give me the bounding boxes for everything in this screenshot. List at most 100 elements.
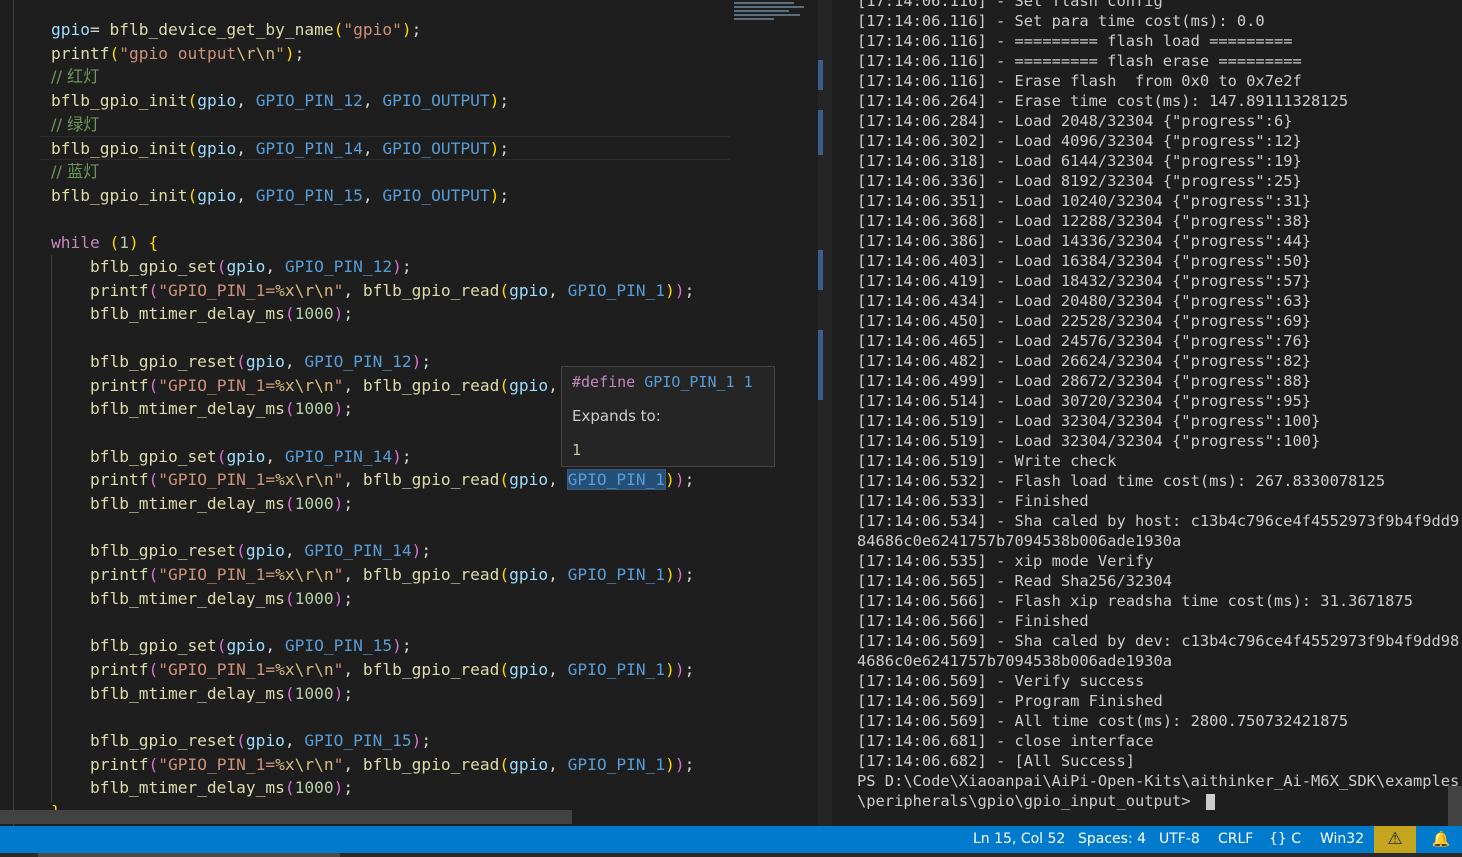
terminal-line: [17:14:06.116] - Set para time cost(ms):… [857, 11, 1265, 31]
code-token: ) [665, 565, 675, 585]
code-line[interactable]: printf("GPIO_PIN_1=%x\r\n", bflb_gpio_re… [51, 563, 694, 587]
code-token: GPIO_PIN_14 [304, 541, 412, 561]
code-line[interactable]: bflb_gpio_set(gpio, GPIO_PIN_14); [51, 445, 412, 469]
code-line[interactable]: bflb_mtimer_delay_ms(1000); [51, 397, 353, 421]
terminal-scrollbar[interactable] [1448, 786, 1462, 826]
code-line[interactable]: bflb_gpio_init(gpio, GPIO_PIN_15, GPIO_O… [51, 184, 509, 208]
code-token: bflb_gpio_reset [89, 541, 237, 561]
code-line[interactable]: // 红灯 [51, 65, 99, 89]
cursor-position[interactable]: Ln 15, Col 52 [973, 826, 1065, 853]
code-line[interactable]: bflb_gpio_set(gpio, GPIO_PIN_15); [51, 634, 412, 658]
terminal-line-text: [17:14:06.318] - Load 6144/32304 {"progr… [857, 152, 1302, 170]
terminal-line-text: 84686c0e6241757b7094538b006ade1930a [857, 532, 1182, 550]
code-line[interactable]: bflb_gpio_set(gpio, GPIO_PIN_12); [51, 255, 412, 279]
code-token: ; [499, 91, 510, 111]
terminal-line-text: [17:14:06.465] - Load 24576/32304 {"prog… [857, 332, 1312, 350]
code-token: ; [343, 494, 354, 513]
terminal-line-text: [17:14:06.368] - Load 12288/32304 {"prog… [857, 212, 1312, 230]
language-mode[interactable]: {} C [1269, 826, 1301, 853]
code-token: "GPIO_PIN_1= [158, 754, 276, 774]
terminal-line-text: [17:14:06.499] - Load 28672/32304 {"prog… [857, 372, 1312, 390]
code-line[interactable]: printf("GPIO_PIN_1=%x\r\n", bflb_gpio_re… [51, 753, 694, 777]
code-token: %x\r\n [275, 470, 334, 490]
code-token: gpio [51, 20, 90, 39]
code-line[interactable]: bflb_gpio_init(gpio, GPIO_PIN_14, GPIO_O… [51, 137, 509, 161]
code-token: ; [401, 257, 412, 276]
indentation[interactable]: Spaces: 4 [1078, 826, 1146, 853]
code-token: ; [343, 683, 354, 703]
terminal-line-text: [17:14:06.284] - Load 2048/32304 {"progr… [857, 112, 1293, 130]
code-line[interactable]: bflb_mtimer_delay_ms(1000); [51, 492, 353, 516]
code-token: , [343, 470, 363, 490]
code-line[interactable]: bflb_gpio_reset(gpio, GPIO_PIN_14); [51, 539, 431, 563]
code-line[interactable]: printf("GPIO_PIN_1=%x\r\n", bflb_gpio_re… [51, 279, 694, 303]
code-token: GPIO_PIN_1 [567, 659, 666, 679]
code-line[interactable]: bflb_gpio_reset(gpio, GPIO_PIN_15); [51, 729, 431, 753]
terminal-line: PS D:\Code\Xiaoanpai\AiPi-Open-Kits\aith… [857, 771, 1459, 791]
code-token: GPIO_PIN_1 [567, 280, 666, 300]
code-line[interactable]: printf("GPIO_PIN_1=%x\r\n", bflb_gpio_re… [51, 658, 694, 682]
code-token: GPIO_PIN_15 [255, 185, 363, 205]
code-token: ; [294, 43, 305, 63]
terminal-line-text: [17:14:06.569] - Sha caled by dev: c13b4… [857, 632, 1460, 650]
code-token: ( [284, 683, 295, 703]
editor-horizontal-scrollbar[interactable] [0, 810, 572, 824]
terminal-line: 84686c0e6241757b7094538b006ade1930a [857, 531, 1181, 551]
code-token: ( [284, 304, 295, 324]
code-token: ) [665, 280, 675, 300]
code-token: ) [489, 138, 500, 158]
encoding[interactable]: UTF-8 [1159, 826, 1200, 853]
code-token: , [236, 185, 256, 205]
code-line[interactable]: bflb_mtimer_delay_ms(1000); [51, 682, 353, 706]
code-token: , [548, 659, 568, 679]
terminal-line: [17:14:06.514] - Load 30720/32304 {"prog… [857, 391, 1311, 411]
code-line[interactable]: bflb_gpio_reset(gpio, GPIO_PIN_12); [51, 350, 431, 374]
notifications-bell-icon[interactable]: 🔔 [1420, 826, 1462, 853]
terminal-panel[interactable]: [17:14:06.116] - Set flash config [17:14:… [832, 0, 1462, 826]
minimap-line [734, 6, 804, 8]
code-token: ( [499, 470, 510, 490]
code-token: ) [665, 659, 675, 679]
indent-guide-while [51, 255, 52, 803]
code-token: ; [684, 280, 695, 300]
code-token: gpio [226, 446, 266, 466]
configuration[interactable]: Win32 [1320, 826, 1364, 853]
editor-vertical-scrollbar[interactable] [818, 0, 832, 826]
warning-icon[interactable]: ⚠ [1374, 826, 1416, 853]
code-token: , [548, 565, 568, 585]
code-token: ( [148, 280, 159, 300]
code-token: ; [421, 541, 432, 561]
terminal-line-text: [17:14:06.569] - Program Finished [857, 692, 1163, 710]
code-line[interactable]: while (1) { [51, 231, 158, 255]
code-line[interactable]: bflb_mtimer_delay_ms(1000); [51, 302, 353, 326]
code-line[interactable]: // 绿灯 [51, 113, 99, 137]
code-token: gpio [197, 138, 237, 158]
hover-tooltip: #define GPIO_PIN_1 1 Expands to: 1 [561, 366, 775, 467]
code-line[interactable]: gpio= bflb_device_get_by_name("gpio"); [51, 18, 421, 42]
terminal-line-text: [17:14:06.519] - Write check [857, 452, 1117, 470]
code-token: gpio [245, 541, 285, 561]
code-line[interactable]: printf("GPIO_PIN_1=%x\r\n", bflb_gpio_re… [51, 374, 558, 398]
code-token: = [89, 20, 110, 39]
code-line[interactable]: // 蓝灯 [51, 160, 99, 184]
code-line[interactable]: printf("GPIO_PIN_1=%x\r\n", bflb_gpio_re… [51, 468, 694, 492]
terminal-line: [17:14:06.534] - Sha caled by host: c13b… [857, 511, 1459, 531]
code-line[interactable]: bflb_mtimer_delay_ms(1000); [51, 587, 353, 611]
terminal-line: \peripherals\gpio\gpio_input_output> [857, 791, 1215, 811]
code-token: gpio [509, 375, 549, 395]
code-token: %x\r\n [275, 754, 334, 774]
code-token: %x\r\n [275, 375, 334, 395]
code-token: " [333, 565, 344, 585]
terminal-line-text: [17:14:06.116] - ========= flash erase =… [857, 52, 1302, 70]
line-endings[interactable]: CRLF [1218, 826, 1253, 853]
code-line[interactable]: bflb_mtimer_delay_ms(1000); [51, 776, 353, 800]
terminal-line: [17:14:06.351] - Load 10240/32304 {"prog… [857, 191, 1311, 211]
code-line[interactable]: printf("gpio output\r\n"); [51, 42, 304, 66]
code-token: bflb_gpio_reset [89, 351, 237, 371]
code-token: ) [333, 399, 344, 419]
code-token: printf [89, 754, 149, 774]
code-line[interactable]: bflb_gpio_init(gpio, GPIO_PIN_12, GPIO_O… [51, 89, 509, 113]
code-token: ; [343, 304, 354, 324]
